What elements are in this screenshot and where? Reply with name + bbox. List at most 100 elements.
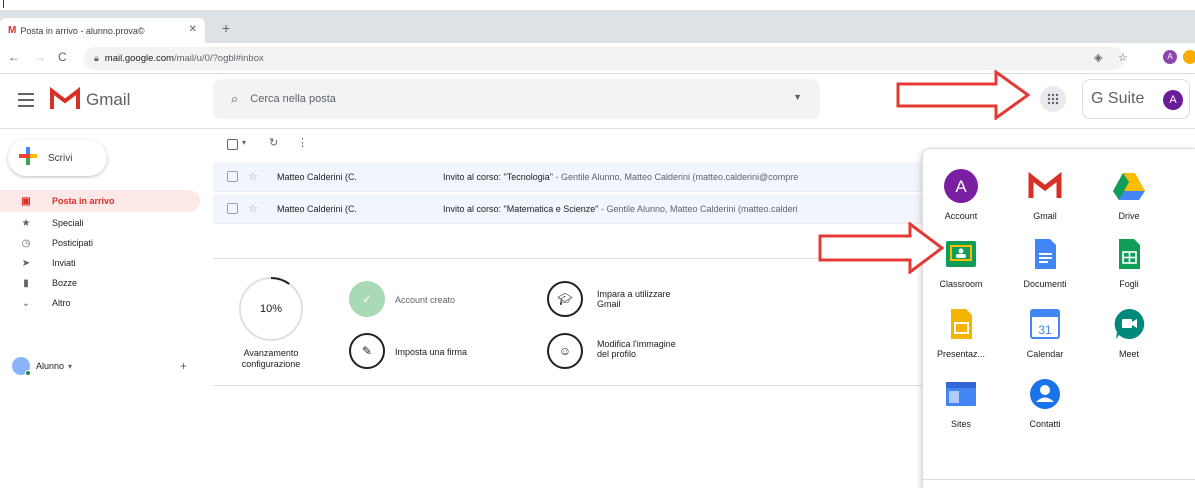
slides-icon	[944, 307, 978, 341]
email-sender: Matteo Calderini (C.	[277, 203, 358, 214]
browser-profile-avatar[interactable]: A	[1163, 50, 1177, 64]
progress-value: 10%	[259, 303, 283, 315]
setup-progress-card: 10% Avanzamento configurazione ✓ Account…	[213, 258, 925, 386]
top-strip	[0, 0, 1195, 10]
app-label: Documenti	[1023, 279, 1067, 289]
reload-icon[interactable]: C	[58, 50, 67, 64]
forward-icon[interactable]: →	[34, 50, 46, 64]
user-avatar	[12, 357, 31, 376]
gmail-icon	[1028, 169, 1062, 203]
app-sites[interactable]: Sites	[925, 377, 997, 429]
app-calendar[interactable]: 31 Calendar	[1009, 307, 1081, 359]
sidebar-item-drafts[interactable]: ▮ Bozze	[0, 272, 200, 294]
key-icon[interactable]: ◈	[1094, 51, 1102, 64]
url-path: /mail/u/0/?ogbl#inbox	[173, 53, 264, 64]
app-docs[interactable]: Documenti	[1009, 237, 1081, 289]
drive-icon	[1112, 169, 1146, 203]
extension-icon[interactable]	[1183, 50, 1195, 64]
sidebar-item-label: Altro	[52, 298, 71, 308]
step-learn-gmail-line1: Impara a utilizzare	[597, 289, 671, 299]
app-label: Presentaz...	[936, 349, 986, 359]
sidebar-item-more[interactable]: ⌄ Altro	[0, 292, 200, 314]
sidebar-item-starred[interactable]: ★ Speciali	[0, 212, 200, 234]
calendar-icon: 31	[1028, 307, 1062, 341]
email-subject: Invito al corso: "Matematica e Scienze"	[443, 203, 599, 214]
app-label: Sites	[950, 419, 971, 429]
add-contact-icon[interactable]: +	[180, 359, 187, 373]
email-row[interactable]: ☆ Matteo Calderini (C. Invito al corso: …	[213, 194, 925, 224]
app-label: Calendar	[1026, 349, 1064, 359]
app-sheets[interactable]: Fogli	[1093, 237, 1165, 289]
star-icon: ★	[21, 217, 31, 229]
app-label: Classroom	[939, 279, 983, 289]
back-icon[interactable]: ←	[8, 50, 20, 64]
panel-divider	[923, 479, 1195, 480]
select-all-checkbox[interactable]	[227, 139, 238, 150]
sidebar-item-label: Bozze	[52, 278, 78, 288]
user-dropdown-icon[interactable]: ▾	[68, 362, 72, 371]
search-options-icon[interactable]: ▼	[793, 92, 802, 102]
email-sender: Matteo Calderini (C.	[277, 171, 358, 182]
google-apps-panel: A Account Gmail Drive Classroom Document…	[922, 148, 1195, 488]
step-learn-gmail[interactable]: Impara a utilizzare Gmail	[597, 289, 671, 309]
progress-label: Avanzamento configurazione	[223, 348, 319, 370]
email-subject-snippet: Invito al corso: "Tecnologia" - Gentile …	[443, 172, 923, 182]
close-tab-icon[interactable]: ✕	[189, 24, 197, 35]
account-avatar[interactable]: A	[1163, 90, 1183, 110]
gsuite-account-button[interactable]: G Suite A	[1082, 79, 1190, 119]
star-icon[interactable]: ☆	[248, 170, 258, 183]
app-account[interactable]: A Account	[925, 169, 997, 221]
step-signature[interactable]: Imposta una firma	[395, 347, 467, 357]
sidebar-item-sent[interactable]: ➤ Inviati	[0, 252, 200, 274]
tab-title: Posta in arrivo - alunno.prova©	[20, 25, 145, 36]
app-meet[interactable]: Meet	[1093, 307, 1165, 359]
profile-icon[interactable]: ☺	[547, 333, 583, 369]
app-gmail[interactable]: Gmail	[1009, 169, 1081, 221]
graduation-cap-icon[interactable]: 🎓︎	[547, 281, 583, 317]
search-input[interactable]: ⌕ Cerca nella posta ▼	[213, 79, 820, 119]
gmail-logo-icon[interactable]	[50, 87, 80, 111]
gmail-favicon-icon: M	[8, 25, 17, 36]
email-checkbox[interactable]	[227, 203, 238, 214]
more-options-icon[interactable]: ⋮	[297, 136, 308, 149]
main-menu-icon[interactable]	[18, 93, 34, 107]
clock-icon: ◷	[21, 237, 31, 249]
refresh-icon[interactable]: ↻	[269, 136, 278, 149]
google-apps-button[interactable]	[1040, 86, 1066, 112]
sidebar-item-label: Posticipati	[52, 238, 94, 248]
app-drive[interactable]: Drive	[1093, 169, 1165, 221]
pencil-icon[interactable]: ✎	[349, 333, 385, 369]
app-label: Meet	[1118, 349, 1139, 359]
sidebar-item-snoozed[interactable]: ◷ Posticipati	[0, 232, 200, 254]
classroom-icon	[944, 237, 978, 271]
check-icon: ✓	[349, 281, 385, 317]
email-subject: Invito al corso: "Tecnologia"	[443, 171, 553, 182]
compose-button[interactable]: Scrivi	[8, 140, 107, 176]
contacts-icon	[1028, 377, 1062, 411]
hangouts-user-row[interactable]: Alunno ▾ +	[0, 355, 200, 377]
step-profile-image-line2: del profilo	[597, 349, 637, 359]
address-bar[interactable]: 🔒︎ mail.google.com/mail/u/0/?ogbl#inbox	[84, 47, 1124, 70]
step-account-created: Account creato	[395, 295, 456, 305]
step-profile-image-line1: Modifica l'immagine	[597, 339, 676, 349]
search-icon[interactable]: ⌕	[231, 91, 238, 107]
compose-label: Scrivi	[48, 152, 73, 164]
sidebar-item-label: Speciali	[52, 218, 84, 228]
email-snippet: - Gentile Alunno, Matteo Calderini (matt…	[552, 171, 799, 182]
step-learn-gmail-line2: Gmail	[597, 299, 621, 309]
sites-icon	[944, 377, 978, 411]
browser-tab[interactable]: M Posta in arrivo - alunno.prova© ✕	[0, 18, 205, 43]
new-tab-icon[interactable]: +	[222, 20, 230, 36]
email-row[interactable]: ☆ Matteo Calderini (C. Invito al corso: …	[213, 162, 925, 192]
account-icon: A	[944, 169, 978, 203]
app-contacts[interactable]: Contatti	[1009, 377, 1081, 429]
app-slides[interactable]: Presentaz...	[925, 307, 997, 359]
email-checkbox[interactable]	[227, 171, 238, 182]
user-label: Alunno	[36, 361, 65, 371]
svg-text:31: 31	[1038, 323, 1052, 337]
star-icon[interactable]: ☆	[248, 202, 258, 215]
select-options-icon[interactable]: ▾	[242, 138, 246, 147]
sidebar-item-inbox[interactable]: ▣ Posta in arrivo	[0, 190, 200, 212]
step-profile-image[interactable]: Modifica l'immagine del profilo	[597, 339, 676, 359]
bookmark-star-icon[interactable]: ☆	[1118, 51, 1128, 64]
